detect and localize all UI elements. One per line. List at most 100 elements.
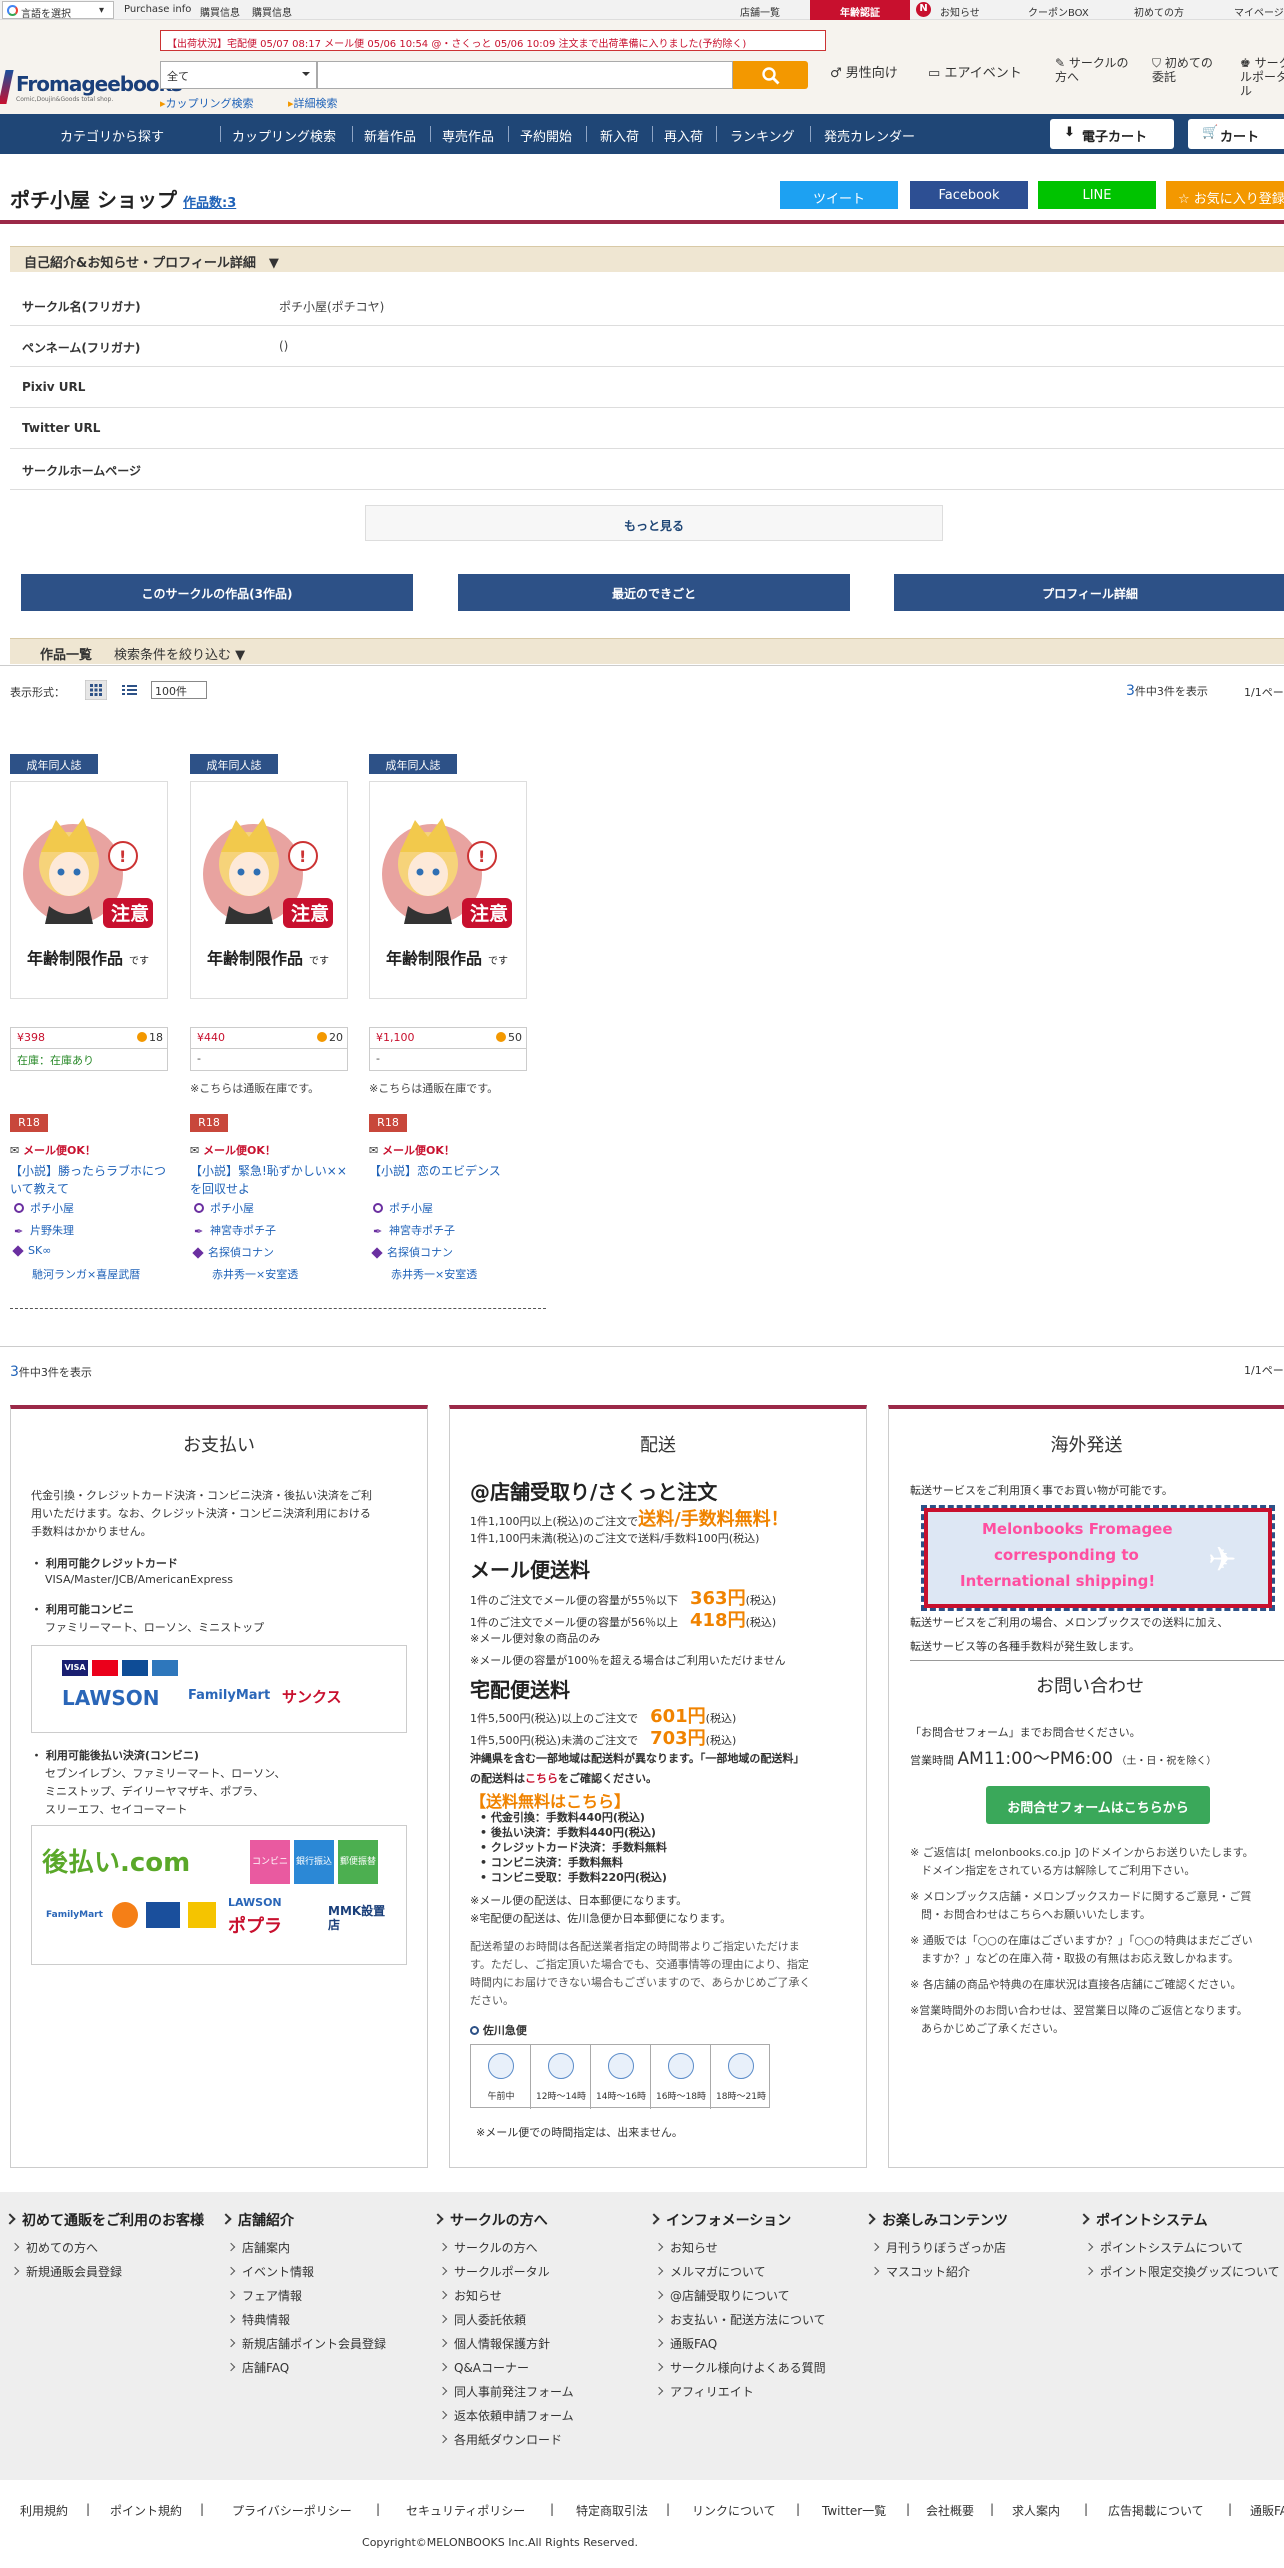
cart-button[interactable]: 🛒 カート [1188, 119, 1284, 149]
pairing-link[interactable]: 赤井秀一×安室透 [391, 1266, 477, 1282]
footer-link[interactable]: お知らせ [434, 2284, 574, 2308]
news-link[interactable]: お知らせ [940, 4, 980, 19]
author-link[interactable]: ✒ 片野朱理 [10, 1222, 74, 1238]
purchase-info-cn-link[interactable]: 購買信息 [200, 4, 240, 19]
age-verification-badge[interactable]: 年齢認証 [810, 0, 910, 20]
footer-link[interactable]: アフィリエイト [650, 2380, 826, 2404]
result-count-bottom: 3件中3件を表示 [10, 1364, 92, 1380]
tab-recent-events[interactable]: 最近のできごと [458, 574, 850, 611]
footer-link[interactable]: フェア情報 [222, 2284, 386, 2308]
pairing-link[interactable]: 赤井秀一×安室透 [212, 1266, 298, 1282]
region-rate-link[interactable]: こちら [525, 1772, 558, 1785]
tweet-button[interactable]: ツイート [780, 181, 898, 209]
circle-link[interactable]: ポチ小屋 [369, 1200, 433, 1216]
mypage-link[interactable]: マイページ [1234, 4, 1284, 19]
nav-first-consign[interactable]: ⛉ 初めての委託 [1152, 56, 1218, 84]
contact-form-button[interactable]: お問合せフォームはこちらから [986, 1786, 1210, 1824]
list-view-icon[interactable] [118, 680, 140, 700]
footer-link[interactable]: @店舗受取りについて [650, 2284, 826, 2308]
footer-link[interactable]: 各用紙ダウンロード [434, 2428, 574, 2452]
footer-link[interactable]: 店舗案内 [222, 2236, 386, 2260]
facebook-button[interactable]: Facebook [910, 181, 1028, 209]
international-shipping-banner[interactable]: Melonbooks Fromagee corresponding to Int… [921, 1505, 1275, 1611]
nav-circle[interactable]: ✎ サークルの方へ [1055, 56, 1135, 84]
nav-male[interactable]: ♂ 男性向け [830, 62, 898, 81]
pairing-link[interactable]: 馳河ランガ×喜屋武暦 [32, 1266, 140, 1282]
genre-link[interactable]: SK∞ [10, 1244, 51, 1257]
footer-link[interactable]: ポイントシステムについて [1080, 2236, 1280, 2260]
grid-view-icon[interactable] [84, 679, 108, 701]
footer-link[interactable]: Q&Aコーナー [434, 2356, 574, 2380]
free-shipping-link[interactable]: 【送料無料はこちら】 [470, 1788, 630, 1812]
footer-link[interactable]: メルマガについて [650, 2260, 826, 2284]
line-button[interactable]: LINE [1038, 181, 1156, 209]
footer-link[interactable]: 店舗FAQ [222, 2356, 386, 2380]
footer-link[interactable]: 通販FAQ [650, 2332, 826, 2356]
nav-exclusive[interactable]: 専売作品 [442, 126, 494, 145]
nav-calendar[interactable]: 発売カレンダー [824, 126, 915, 145]
product-thumbnail[interactable]: ! 注意 年齢制限作品 です [10, 781, 168, 999]
genre-link[interactable]: 名探偵コナン [369, 1244, 453, 1260]
coupon-link[interactable]: クーポンBOX [1028, 4, 1089, 19]
author-link[interactable]: ✒ 神宮寺ポチ子 [190, 1222, 276, 1238]
detail-search-link[interactable]: ▸詳細検索 [288, 95, 338, 111]
nav-ranking[interactable]: ランキング [730, 126, 795, 145]
nav-circle-portal[interactable]: ♚ サークルポータル [1240, 56, 1284, 98]
footer-link[interactable]: 特典情報 [222, 2308, 386, 2332]
purchase-info-cn-link-2[interactable]: 購買信息 [252, 4, 292, 19]
favorite-button[interactable]: ☆ お気に入り登録 [1166, 181, 1284, 209]
footer-link[interactable]: 新規店舗ポイント会員登録 [222, 2332, 386, 2356]
nav-coupling[interactable]: カップリング検索 [232, 126, 336, 145]
footer-link[interactable]: 個人情報保護方針 [434, 2332, 574, 2356]
purchase-info-link[interactable]: Purchase info [124, 4, 191, 15]
profile-row: サークルホームページ [10, 449, 1284, 490]
product-title-link[interactable]: 【小説】恋のエビデンス [369, 1162, 527, 1180]
product-title-link[interactable]: 【小説】勝ったらラブホにつ いて教えて [10, 1162, 168, 1198]
profile-header[interactable]: 自己紹介&お知らせ・プロフィール詳細 ▼ [10, 246, 1284, 272]
language-select[interactable]: 言語を選択 ▾ [2, 1, 114, 20]
site-logo[interactable]: Fromageebooks Comic,Doujin&Goods total s… [0, 70, 183, 104]
footer-link[interactable]: 返本依頼申請フォーム [434, 2404, 574, 2428]
product-thumbnail[interactable]: ! 注意 年齢制限作品 です [369, 781, 527, 999]
nav-restock[interactable]: 再入荷 [664, 126, 703, 145]
male-icon: ♂ [830, 66, 842, 81]
nav-preorder[interactable]: 予約開始 [520, 126, 572, 145]
footer-link[interactable]: ポイント限定交換グッズについて [1080, 2260, 1280, 2284]
nav-arrival[interactable]: 新入荷 [600, 126, 639, 145]
coupling-search-link[interactable]: ▸カップリング検索 [160, 95, 254, 111]
product-title-link[interactable]: 【小説】緊急!恥ずかしい×× を回収せよ [190, 1162, 348, 1198]
search-button[interactable] [733, 61, 808, 89]
tab-profile-detail[interactable]: プロフィール詳細 [894, 574, 1284, 611]
category-select[interactable]: 全て [160, 61, 317, 89]
first-time-link[interactable]: 初めての方 [1134, 4, 1184, 19]
tab-circle-works[interactable]: このサークルの作品(3作品) [21, 574, 413, 611]
show-more-button[interactable]: もっと見る [365, 505, 943, 541]
nav-category[interactable]: カテゴリから探す [60, 126, 164, 145]
footer-link[interactable]: 初めての方へ [6, 2236, 204, 2260]
search-input[interactable] [317, 61, 733, 89]
store-list-link[interactable]: 店舗一覧 [740, 4, 780, 19]
works-count-link[interactable]: 作品数:3 [183, 192, 236, 211]
filter-toggle[interactable]: 検索条件を絞り込む ▼ [114, 648, 245, 663]
footer-link[interactable]: 同人委託依頼 [434, 2308, 574, 2332]
genre-link[interactable]: 名探偵コナン [190, 1244, 274, 1260]
per-page-select[interactable]: 100件 [151, 681, 207, 699]
footer-link[interactable]: お知らせ [650, 2236, 826, 2260]
footer-link[interactable]: お支払い・配送方法について [650, 2308, 826, 2332]
author-link[interactable]: ✒ 神宮寺ポチ子 [369, 1222, 455, 1238]
footer-link[interactable]: マスコット紹介 [866, 2260, 1008, 2284]
footer-link[interactable]: 新規通販会員登録 [6, 2260, 204, 2284]
shipping-status-notice[interactable]: 【出荷状況】宅配便 05/07 08:17 メール便 05/06 10:54 @… [160, 30, 826, 51]
nav-air-event[interactable]: ▭ エアイベント [928, 62, 1022, 81]
footer-link[interactable]: 同人事前発注フォーム [434, 2380, 574, 2404]
footer-link[interactable]: サークルポータル [434, 2260, 574, 2284]
footer-link[interactable]: 月刊うりぼうざっか店 [866, 2236, 1008, 2260]
circle-link[interactable]: ポチ小屋 [190, 1200, 254, 1216]
nav-new[interactable]: 新着作品 [364, 126, 416, 145]
footer-link[interactable]: イベント情報 [222, 2260, 386, 2284]
ebook-cart-button[interactable]: ⬇ 電子カート [1050, 119, 1174, 149]
footer-link[interactable]: サークル様向けよくある質問 [650, 2356, 826, 2380]
circle-link[interactable]: ポチ小屋 [10, 1200, 74, 1216]
product-thumbnail[interactable]: ! 注意 年齢制限作品 です [190, 781, 348, 999]
footer-link[interactable]: サークルの方へ [434, 2236, 574, 2260]
